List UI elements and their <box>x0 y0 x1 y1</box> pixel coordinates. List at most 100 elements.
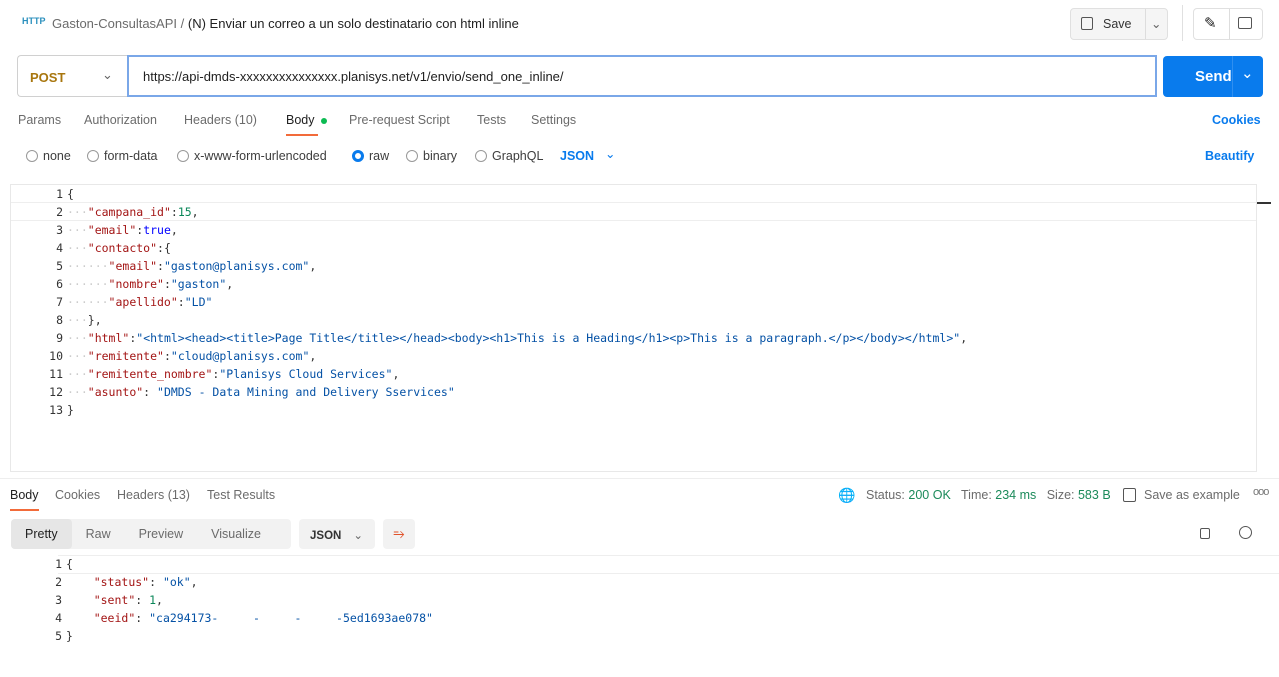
save-options-chevron-icon[interactable]: ⌄ <box>1151 16 1161 31</box>
code-token: : <box>135 593 150 607</box>
code-line: { <box>66 557 73 571</box>
code-token: ··· <box>67 385 88 399</box>
code-token: "Planisys Cloud Services" <box>219 367 393 381</box>
body-type-label: binary <box>423 149 458 163</box>
radio-button[interactable] <box>26 150 38 162</box>
radio-button[interactable] <box>475 150 487 162</box>
code-token: "email" <box>87 223 137 237</box>
tab-tests[interactable]: Tests <box>477 113 506 127</box>
line-number: 4 <box>55 611 62 625</box>
tab-body[interactable]: Body <box>286 113 315 127</box>
code-token: ··· <box>67 241 88 255</box>
breadcrumb-separator: / <box>180 16 185 31</box>
wrap-lines-icon[interactable]: ⥱ <box>383 519 415 549</box>
code-token: "DMDS - Data Mining and Delivery Sservic… <box>157 385 455 399</box>
chevron-down-icon: ⌄ <box>102 67 113 82</box>
url-input[interactable]: https://api-dmds-xxxxxxxxxxxxxxx.planisy… <box>127 55 1157 97</box>
body-type-none[interactable]: none <box>26 149 71 163</box>
code-token: ··· <box>67 205 88 219</box>
body-type-binary[interactable]: binary <box>406 149 457 163</box>
code-token: 1 <box>149 593 157 607</box>
body-type-raw[interactable]: raw <box>352 149 389 163</box>
more-options-icon[interactable]: ooo <box>1253 486 1269 498</box>
code-line: ······"apellido":"LD" <box>67 295 212 309</box>
tab-authorization[interactable]: Authorization <box>84 113 157 127</box>
view-preview[interactable]: Preview <box>125 519 197 549</box>
request-body-editor[interactable]: 1{2 ···"campana_id":15, 3 ···"email":true, 4… <box>10 184 1271 472</box>
tab-settings[interactable]: Settings <box>531 113 576 127</box>
response-format-select[interactable]: JSON ⌄ <box>299 519 375 549</box>
body-type-label: GraphQL <box>492 149 544 163</box>
status-value[interactable]: 200 OK <box>908 488 950 502</box>
code-token: , <box>309 259 317 273</box>
view-raw[interactable]: Raw <box>72 519 125 549</box>
chevron-down-icon: ⌄ <box>605 147 616 161</box>
code-token: : <box>149 575 163 589</box>
line-number: 3 <box>56 223 63 237</box>
code-token: : <box>157 259 164 273</box>
divider <box>1232 56 1233 97</box>
tab-headers[interactable]: Headers (10) <box>184 113 257 127</box>
code-token: , <box>309 349 317 363</box>
pencil-icon[interactable]: ✎ <box>1204 14 1217 32</box>
save-button[interactable]: Save <box>1103 17 1132 31</box>
breadcrumb-collection[interactable]: Gaston-ConsultasAPI <box>52 16 177 31</box>
response-tab-cookies[interactable]: Cookies <box>55 488 100 502</box>
scroll-marker[interactable] <box>1257 202 1271 204</box>
save-icon <box>1081 17 1093 30</box>
response-meta: Status: 200 OK Time: 234 ms Size: 583 B <box>866 488 1111 502</box>
response-tab-headers[interactable]: Headers (13) <box>117 488 190 502</box>
copy-icon[interactable] <box>1200 528 1210 539</box>
search-icon[interactable] <box>1239 526 1252 539</box>
code-token: "<html><head><title>Page Title</title></… <box>136 331 961 345</box>
tab-pre-request-script[interactable]: Pre-request Script <box>349 113 450 127</box>
body-type-x-www-form-urlencoded[interactable]: x-www-form-urlencoded <box>177 149 327 163</box>
view-pretty[interactable]: Pretty <box>11 519 72 549</box>
divider <box>1229 9 1230 39</box>
response-tab-body[interactable]: Body <box>10 488 39 502</box>
comment-icon[interactable] <box>1238 17 1252 29</box>
code-token: : <box>163 349 171 363</box>
radio-button[interactable] <box>87 150 99 162</box>
cookies-link[interactable]: Cookies <box>1212 113 1261 127</box>
code-line: ······"email":"gaston@planisys.com", <box>67 259 316 273</box>
radio-button[interactable] <box>406 150 418 162</box>
code-line: ···"contacto":{ <box>67 241 171 255</box>
response-tab-test-results[interactable]: Test Results <box>207 488 275 502</box>
code-token: "asunto" <box>87 385 144 399</box>
code-token: : <box>163 277 171 291</box>
method-value: POST <box>30 70 66 85</box>
code-line: ···"remitente_nombre":"Planisys Cloud Se… <box>67 367 399 381</box>
body-type-form-data[interactable]: form-data <box>87 149 158 163</box>
format-select[interactable]: JSON <box>560 149 594 163</box>
method-select[interactable]: POST ⌄ <box>17 55 129 97</box>
code-line: "eeid": "ca294173- - - -5ed1693ae078" <box>66 611 433 625</box>
body-type-GraphQL[interactable]: GraphQL <box>475 149 543 163</box>
radio-button[interactable] <box>352 150 364 162</box>
code-token: ··· <box>67 223 88 237</box>
time-value[interactable]: 234 ms <box>995 488 1036 502</box>
send-options-chevron-icon[interactable]: ⌄ <box>1241 64 1254 82</box>
view-visualize[interactable]: Visualize <box>197 519 275 549</box>
response-view-tabs: Pretty Raw Preview Visualize <box>11 519 291 549</box>
globe-lock-icon[interactable]: 🌐 <box>838 487 855 504</box>
size-value[interactable]: 583 B <box>1078 488 1111 502</box>
response-body-viewer[interactable]: 1 {2 "status": "ok", 3 "sent": 1, 4 "eeid":… <box>0 554 1279 677</box>
save-button-group: Save ⌄ <box>1070 8 1168 40</box>
radio-button[interactable] <box>177 150 189 162</box>
save-as-example-button[interactable]: Save as example <box>1144 488 1240 502</box>
code-token: { <box>66 557 73 571</box>
line-number: 10 <box>49 349 63 363</box>
request-name[interactable]: (N) Enviar un correo a un solo destinata… <box>188 16 519 31</box>
status-label: Status: <box>866 488 905 502</box>
code-token: : <box>177 295 185 309</box>
http-icon: HTTP <box>22 16 46 26</box>
code-token: } <box>67 403 74 417</box>
send-button[interactable]: Send <box>1195 68 1232 85</box>
code-token: "gaston" <box>170 277 227 291</box>
tab-params[interactable]: Params <box>18 113 61 127</box>
code-token: "remitente_nombre" <box>87 367 213 381</box>
code-token: ······ <box>67 277 109 291</box>
beautify-button[interactable]: Beautify <box>1205 149 1254 163</box>
line-number: 2 <box>55 575 62 589</box>
